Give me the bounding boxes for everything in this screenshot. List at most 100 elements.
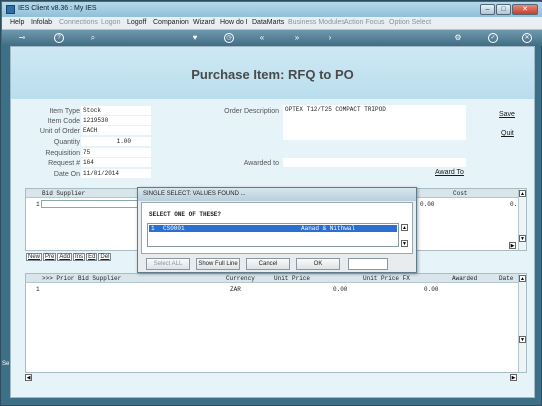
menu-companion[interactable]: Companion (153, 19, 189, 26)
window-title: IES Client v8.36 : My IES (18, 5, 97, 12)
search-icon[interactable]: ⌕ (88, 33, 98, 43)
check-icon[interactable]: ✓ (488, 33, 498, 43)
order-description-field[interactable]: OPTEX T12/T25 COMPACT TRIPOD (283, 105, 466, 140)
prior-grid-vscroll[interactable]: ▲ ▼ (518, 274, 526, 372)
fast-forward-icon[interactable]: » (292, 33, 302, 43)
prior-bid-grid: >>> Prior Bid Supplier Currency Unit Pri… (25, 273, 527, 373)
dialog-content: SELECT ONE OF THESE? 1 CS0001 Aanad & Ni… (141, 202, 413, 254)
scroll-down-icon[interactable]: ▼ (519, 235, 526, 242)
menu-help[interactable]: Help (10, 19, 24, 26)
quantity-field[interactable]: 1.00 (81, 137, 151, 146)
menu-logoff[interactable]: Logoff (127, 19, 146, 26)
unit-price-cell: 0.00 (333, 286, 348, 293)
values-list[interactable]: 1 CS0001 Aanad & Nithwal (147, 223, 399, 247)
scroll-down-icon[interactable]: ▼ (401, 240, 408, 247)
request-number-label: Request # (48, 160, 80, 167)
app-window: IES Client v8.36 : My IES – □ ✕ Help Inf… (0, 0, 542, 406)
key-icon[interactable]: ⊸ (12, 33, 32, 43)
ok-button[interactable]: OK (296, 258, 340, 270)
request-number-field[interactable]: 164 (81, 158, 151, 167)
dialog-prompt: SELECT ONE OF THESE? (149, 211, 222, 218)
scroll-right-icon[interactable]: ▶ (510, 374, 517, 381)
minimize-button[interactable]: – (480, 4, 495, 15)
forward-icon[interactable]: › (325, 33, 335, 43)
item-code-label: Item Code (47, 118, 80, 125)
item-number: 1 (151, 225, 155, 232)
cost-column: Cost (453, 190, 468, 197)
menu-business-modules[interactable]: Business Modules (288, 19, 345, 26)
award-to-link[interactable]: Award To (435, 169, 464, 176)
help-icon[interactable]: ? (54, 33, 64, 43)
currency-cell: ZAR (230, 286, 241, 293)
scroll-left-icon[interactable]: ◀ (25, 374, 32, 381)
delete-row-button[interactable]: Del (98, 253, 112, 261)
new-row-button[interactable]: New (26, 253, 43, 261)
maximize-button[interactable]: □ (496, 4, 511, 15)
awarded-to-label: Awarded to (243, 160, 279, 167)
menu-wizard[interactable]: Wizard (193, 19, 215, 26)
row-action-buttons: New Pre Add Ins Ed Del (26, 253, 112, 262)
heart-icon[interactable]: ♥ (190, 33, 200, 43)
page-header: Purchase Item: RFQ to PO (11, 47, 534, 99)
menu-logon[interactable]: Logon (101, 19, 120, 26)
unit-of-order-field[interactable]: EACH (81, 126, 151, 135)
item-type-field[interactable]: Stock (81, 106, 151, 115)
item-type-label: Item Type (49, 108, 80, 115)
table-row[interactable]: 1 ZAR 0.00 0.00 (26, 285, 526, 294)
item-code-field[interactable]: 1219530 (81, 116, 151, 125)
awarded-column: Awarded (452, 275, 478, 282)
single-select-dialog: SINGLE SELECT: VALUES FOUND ... SELECT O… (137, 187, 417, 273)
unit-price-fx-column: Unit Price FX (363, 275, 410, 282)
currency-column: Currency (226, 275, 255, 282)
unit-of-order-label: Unit of Order (39, 128, 80, 135)
requisition-field[interactable]: 75 (81, 148, 151, 157)
scroll-up-icon[interactable]: ▲ (519, 275, 526, 282)
item-name: Aanad & Nithwal (301, 225, 356, 232)
previous-row-button[interactable]: Pre (43, 253, 57, 261)
date-on-field[interactable]: 11/01/2014 (81, 169, 151, 178)
order-description-label: Order Description (224, 108, 279, 115)
save-link[interactable]: Save (499, 111, 515, 118)
menu-option-select[interactable]: Option Select (389, 19, 431, 26)
awarded-to-field[interactable] (283, 158, 466, 167)
extra-cell: 0. (510, 201, 518, 208)
page-title: Purchase Item: RFQ to PO (191, 67, 354, 82)
close-icon[interactable]: ✕ (522, 33, 532, 43)
list-item[interactable]: 1 CS0001 Aanad & Nithwal (149, 225, 397, 232)
item-code: CS0001 (163, 225, 185, 232)
row-number: 1 (36, 286, 40, 293)
scroll-right-icon[interactable]: ▶ (509, 242, 516, 249)
prior-grid-header: >>> Prior Bid Supplier Currency Unit Pri… (26, 274, 526, 283)
show-full-line-button[interactable]: Show Full Line (196, 258, 240, 270)
side-label: Se (2, 361, 10, 367)
clock-icon[interactable]: ◷ (224, 33, 234, 43)
scroll-down-icon[interactable]: ▼ (519, 336, 526, 343)
gear-icon[interactable]: ⚙ (453, 33, 463, 43)
bid-supplier-cell[interactable] (41, 200, 141, 208)
select-all-button[interactable]: Select ALL (146, 258, 190, 270)
menu-how-do-i[interactable]: How do I (220, 19, 248, 26)
add-row-button[interactable]: Add (57, 253, 73, 261)
date-on-label: Date On (53, 171, 80, 178)
insert-row-button[interactable]: Ins (73, 253, 86, 261)
cancel-button[interactable]: Cancel (246, 258, 290, 270)
menu-action-focus[interactable]: Action Focus (344, 19, 384, 26)
title-bar: IES Client v8.36 : My IES – □ ✕ (2, 2, 542, 17)
menu-connections[interactable]: Connections (59, 19, 98, 26)
quantity-label: Quantity (53, 139, 80, 146)
menu-datamarts[interactable]: DataMarts (252, 19, 284, 26)
bid-grid-vscroll[interactable]: ▲ ▼ (518, 189, 526, 250)
date-column: Date (499, 275, 514, 282)
row-number: 1 (36, 201, 40, 208)
scroll-up-icon[interactable]: ▲ (519, 190, 526, 197)
scroll-up-icon[interactable]: ▲ (401, 224, 408, 231)
close-button[interactable]: ✕ (512, 4, 538, 15)
cost-cell: 0.00 (420, 201, 435, 208)
menu-bar: Help Infolab Connections Logon Logoff Co… (2, 17, 542, 30)
unit-price-fx-cell: 0.00 (424, 286, 439, 293)
quit-link[interactable]: Quit (501, 130, 514, 137)
menu-infolab[interactable]: Infolab (31, 19, 52, 26)
search-input[interactable] (348, 258, 388, 270)
rewind-icon[interactable]: « (257, 33, 267, 43)
edit-row-button[interactable]: Ed (86, 253, 98, 261)
